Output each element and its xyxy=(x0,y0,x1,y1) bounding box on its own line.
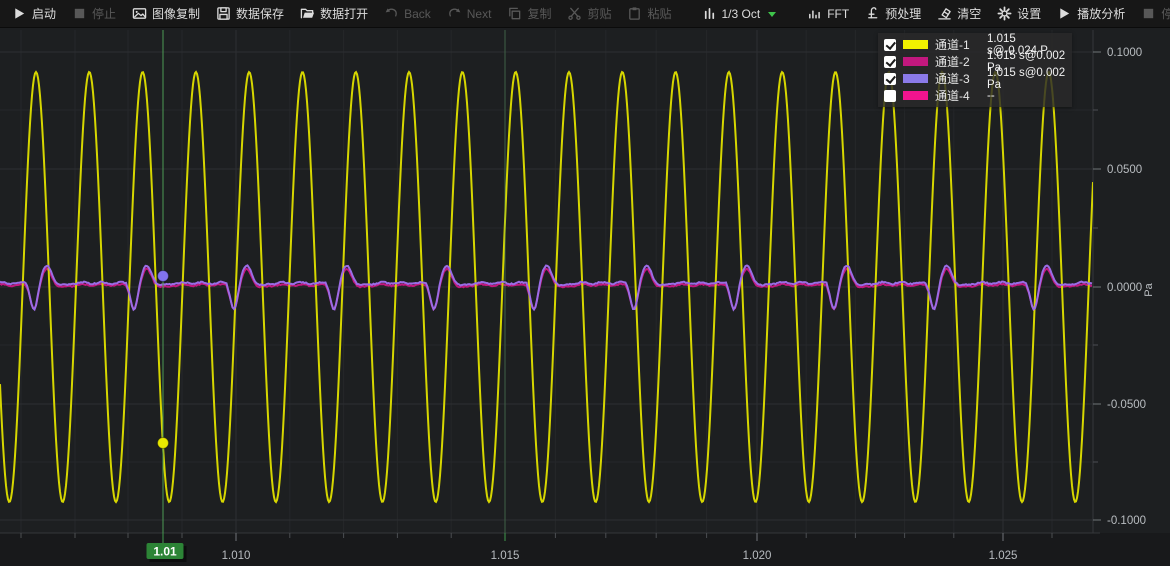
paste-button: 粘贴 xyxy=(619,0,679,28)
svg-text:1.01: 1.01 xyxy=(153,545,177,559)
toolbar-button-label: 设置 xyxy=(1017,0,1041,28)
image-icon xyxy=(132,6,147,21)
channel-color-swatch xyxy=(903,91,928,100)
toolbar-button-label: Next xyxy=(467,0,492,28)
data-save-button[interactable]: 数据保存 xyxy=(208,0,292,28)
toolbar-button-label: 粘贴 xyxy=(647,0,671,28)
channel-cursor-value: 1.015 s@0.002 Pa xyxy=(987,67,1066,91)
preprocess-button[interactable]: 预处理 xyxy=(857,0,929,28)
gear-icon xyxy=(997,6,1012,21)
toolbar-button-label: 数据打开 xyxy=(320,0,368,28)
toolbar-button-label: 启动 xyxy=(32,0,56,28)
channel-checkbox[interactable] xyxy=(884,73,896,85)
copy-icon xyxy=(507,6,522,21)
toolbar-button-label: 预处理 xyxy=(885,0,921,28)
channel-color-swatch xyxy=(903,57,928,66)
svg-text:-0.0500: -0.0500 xyxy=(1107,399,1146,411)
toolbar-button-label: 清空 xyxy=(957,0,981,28)
svg-text:1.020: 1.020 xyxy=(743,550,772,562)
paste-icon xyxy=(627,6,642,21)
stop-icon xyxy=(1141,6,1156,21)
toolbar-button-label: 复制 xyxy=(527,0,551,28)
svg-text:0.0500: 0.0500 xyxy=(1107,164,1142,176)
channel-legend: 通道-11.015 s@-0.024 P通道-21.015 s@0.002 Pa… xyxy=(878,33,1072,107)
channel-checkbox[interactable] xyxy=(884,39,896,51)
octave-mode-dropdown[interactable]: 1/3 Oct xyxy=(694,0,786,28)
redo-icon xyxy=(447,6,462,21)
channel-label: 通道-4 xyxy=(935,87,980,104)
svg-text:1.010: 1.010 xyxy=(222,550,251,562)
channel-checkbox[interactable] xyxy=(884,56,896,68)
toolbar-button-label: 1/3 Oct xyxy=(722,0,761,28)
svg-text:1.015: 1.015 xyxy=(491,550,520,562)
filter-icon xyxy=(865,6,880,21)
legend-row: 通道-31.015 s@0.002 Pa xyxy=(884,70,1066,87)
svg-text:0.1000: 0.1000 xyxy=(1107,47,1142,59)
eraser-icon xyxy=(937,6,952,21)
cut-icon xyxy=(567,6,582,21)
play-icon xyxy=(12,6,27,21)
toolbar-button-label: 停止 xyxy=(92,0,116,28)
toolbar-button-label: Back xyxy=(404,0,431,28)
toolbar: 启动 停止 图像复制 数据保存 数据打开 Back Next 复制 剪贴 粘贴 1/3 Oct FFT… xyxy=(0,0,1170,28)
stop-playback-button: 停止播放 xyxy=(1133,0,1170,28)
channel-label: 通道-1 xyxy=(935,36,980,53)
toolbar-button-label: 播放分析 xyxy=(1077,0,1125,28)
stop-icon xyxy=(72,6,87,21)
svg-text:-0.1000: -0.1000 xyxy=(1107,515,1146,527)
next-button: Next xyxy=(439,0,500,28)
toolbar-button-label: FFT xyxy=(827,0,849,28)
fft-icon xyxy=(807,6,822,21)
waveform-plot[interactable]: 1.010 1.015 1.020 1.025 0.1000 0.0500 0.0000 -0… xyxy=(0,28,1170,566)
svg-text:Pa: Pa xyxy=(1143,282,1155,296)
bars-icon xyxy=(702,6,717,21)
chevron-down-icon xyxy=(767,10,777,18)
svg-text:0.0000: 0.0000 xyxy=(1107,282,1142,294)
data-open-button[interactable]: 数据打开 xyxy=(292,0,376,28)
toolbar-button-label: 剪贴 xyxy=(587,0,611,28)
playback-analysis-button[interactable]: 播放分析 xyxy=(1049,0,1133,28)
channel-color-swatch xyxy=(903,40,928,49)
channel-checkbox[interactable] xyxy=(884,90,896,102)
settings-button[interactable]: 设置 xyxy=(989,0,1049,28)
cut-button: 剪贴 xyxy=(559,0,619,28)
clear-button[interactable]: 清空 xyxy=(929,0,989,28)
start-button[interactable]: 启动 xyxy=(4,0,64,28)
toolbar-button-label: 数据保存 xyxy=(236,0,284,28)
toolbar-button-label: 停止播放 xyxy=(1161,0,1170,28)
fft-button[interactable]: FFT xyxy=(799,0,857,28)
svg-text:1.025: 1.025 xyxy=(989,550,1018,562)
play-icon xyxy=(1057,6,1072,21)
back-button: Back xyxy=(376,0,439,28)
undo-icon xyxy=(384,6,399,21)
channel-color-swatch xyxy=(903,74,928,83)
channel-cursor-value: -- xyxy=(987,90,995,102)
channel-label: 通道-3 xyxy=(935,70,980,87)
folder-icon xyxy=(300,6,315,21)
save-icon xyxy=(216,6,231,21)
channel-label: 通道-2 xyxy=(935,53,980,70)
image-copy-button[interactable]: 图像复制 xyxy=(124,0,208,28)
stop-button: 停止 xyxy=(64,0,124,28)
copy-button: 复制 xyxy=(499,0,559,28)
toolbar-button-label: 图像复制 xyxy=(152,0,200,28)
